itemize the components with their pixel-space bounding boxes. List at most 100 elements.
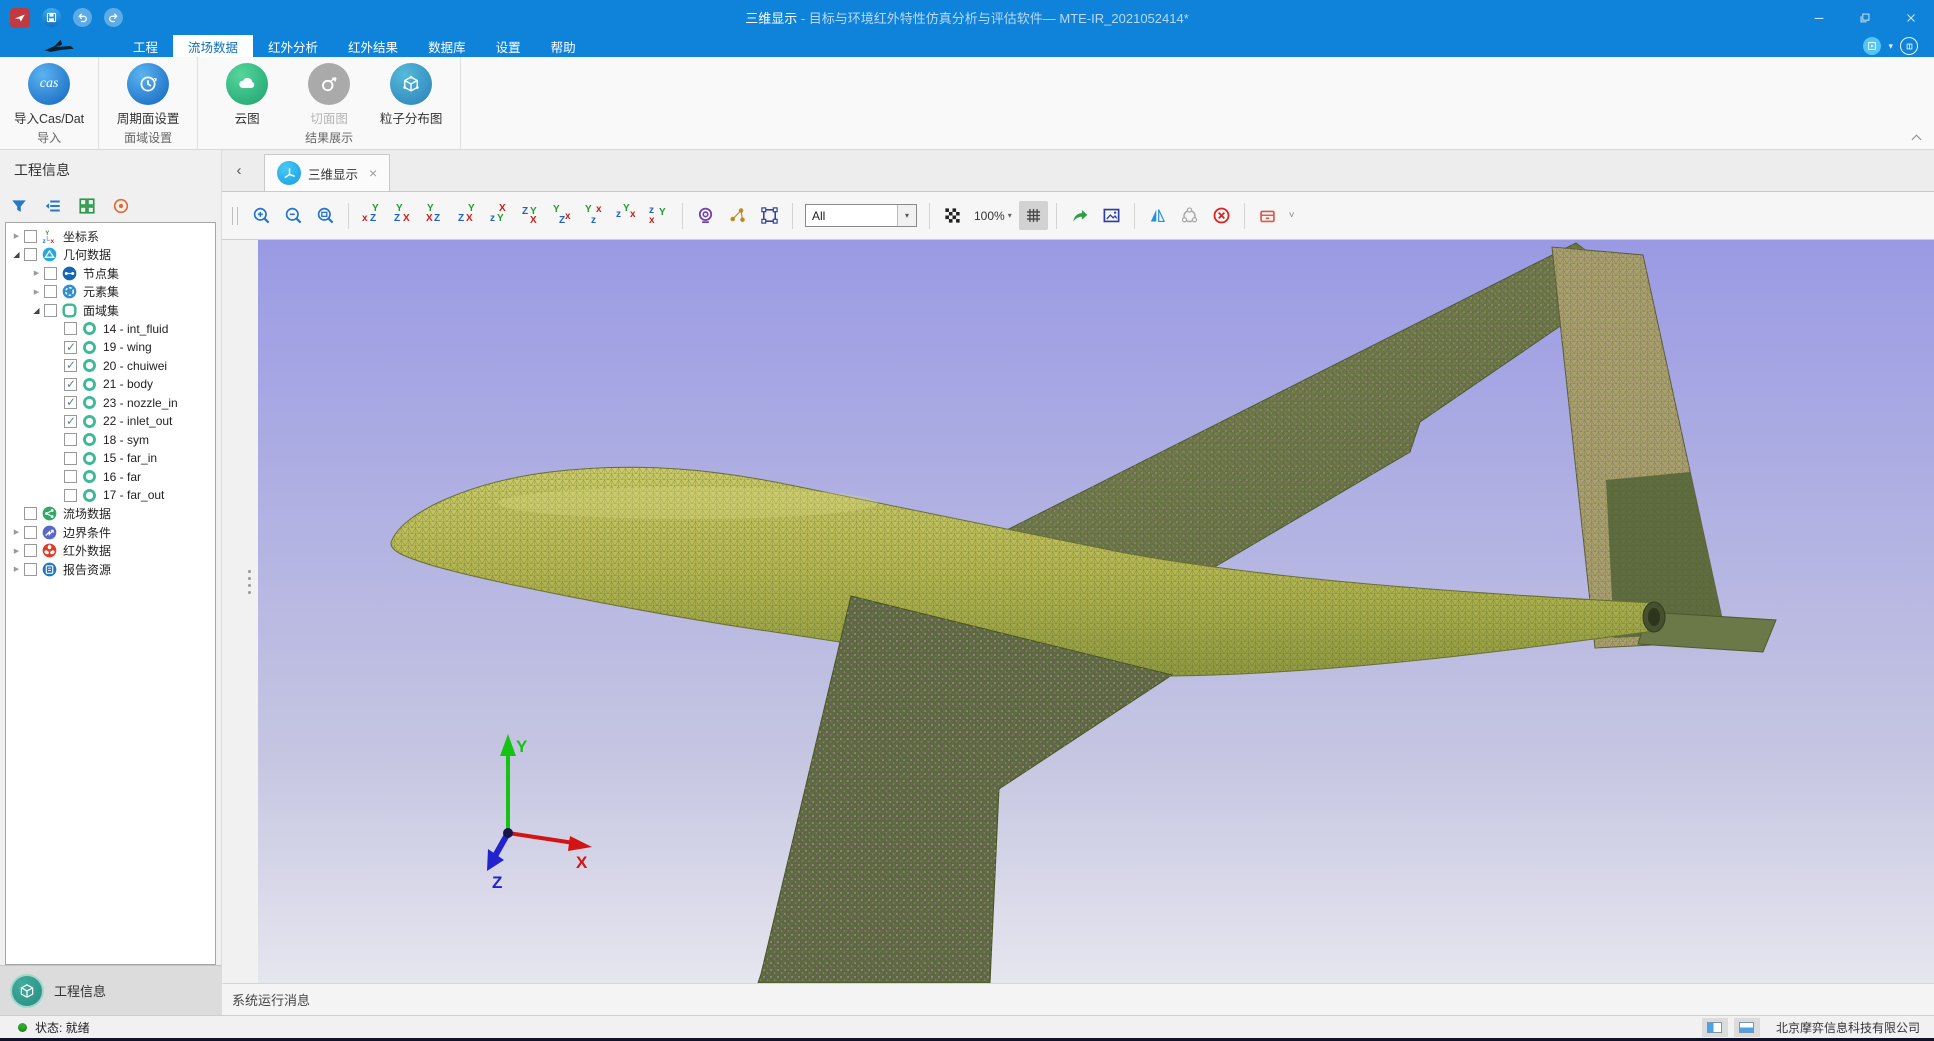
maximize-button[interactable] bbox=[1842, 0, 1888, 35]
menu-item-流场数据[interactable]: 流场数据 bbox=[173, 35, 253, 57]
filter-button[interactable] bbox=[10, 197, 28, 215]
ribbon-button-cloud[interactable]: 云图 bbox=[208, 63, 286, 127]
expand-icon[interactable]: ▶ bbox=[10, 528, 23, 536]
visibility-checkbox[interactable] bbox=[44, 267, 57, 280]
view-iso-3-button[interactable]: zYx bbox=[613, 201, 642, 230]
panel-footer-tab[interactable]: 工程信息 bbox=[0, 965, 221, 1015]
collapse-icon[interactable]: ◢ bbox=[10, 250, 23, 259]
save-button[interactable] bbox=[42, 8, 61, 27]
view-top-button[interactable]: zYX bbox=[485, 201, 514, 230]
view-bottom-button[interactable]: ZYX bbox=[517, 201, 546, 230]
camera-view-button[interactable] bbox=[691, 201, 720, 230]
tab-3d-view[interactable]: 三维显示 × bbox=[264, 154, 390, 191]
tree-item[interactable]: 19 - wing bbox=[6, 338, 215, 357]
tree-item[interactable]: 22 - inlet_out bbox=[6, 412, 215, 431]
visibility-checkbox[interactable] bbox=[64, 415, 77, 428]
toolbar-drag-handle[interactable] bbox=[232, 207, 238, 225]
app-icon[interactable] bbox=[10, 8, 30, 28]
zoom-out-button[interactable] bbox=[279, 201, 308, 230]
expand-icon[interactable]: ▶ bbox=[10, 565, 23, 573]
menu-item-红外结果[interactable]: 红外结果 bbox=[333, 35, 413, 57]
ring-nodes-button[interactable] bbox=[1175, 201, 1204, 230]
ribbon-button-clock[interactable]: 周期面设置 bbox=[109, 63, 187, 127]
menu-item-帮助[interactable]: 帮助 bbox=[536, 35, 591, 57]
visibility-checkbox[interactable] bbox=[64, 322, 77, 335]
tree-item[interactable]: 20 - chuiwei bbox=[6, 357, 215, 376]
view-left-button[interactable]: YXZ bbox=[421, 201, 450, 230]
tree-item[interactable]: 23 - nozzle_in bbox=[6, 394, 215, 413]
ribbon-collapse-button[interactable] bbox=[1912, 135, 1922, 141]
expand-icon[interactable]: ▶ bbox=[10, 232, 23, 240]
tree-item[interactable]: 14 - int_fluid bbox=[6, 320, 215, 339]
expand-icon[interactable]: ▶ bbox=[10, 547, 23, 555]
visibility-checkbox[interactable] bbox=[24, 230, 37, 243]
tree-item[interactable]: ▶边界条件 bbox=[6, 523, 215, 542]
delete-item-button[interactable] bbox=[1207, 201, 1236, 230]
zoom-fit-button[interactable] bbox=[311, 201, 340, 230]
tab-close-icon[interactable]: × bbox=[369, 165, 377, 181]
transparency-button[interactable] bbox=[938, 201, 967, 230]
visibility-checkbox[interactable] bbox=[64, 359, 77, 372]
tree-item[interactable]: 16 - far bbox=[6, 468, 215, 487]
chevron-down-icon[interactable]: ▾ bbox=[897, 205, 916, 226]
tree-item[interactable]: ▶元素集 bbox=[6, 283, 215, 302]
visibility-checkbox[interactable] bbox=[64, 470, 77, 483]
tree-item[interactable]: ◢几何数据 bbox=[6, 246, 215, 265]
run-window-button[interactable] bbox=[1863, 37, 1881, 55]
visibility-checkbox[interactable] bbox=[64, 396, 77, 409]
tree-item[interactable]: 流场数据 bbox=[6, 505, 215, 524]
tree-item[interactable]: 18 - sym bbox=[6, 431, 215, 450]
tree-item[interactable]: ▶Yzx坐标系 bbox=[6, 227, 215, 246]
view-front-button[interactable]: xZY bbox=[357, 201, 386, 230]
box-select-button[interactable] bbox=[755, 201, 784, 230]
tree-item[interactable]: 17 - far_out bbox=[6, 486, 215, 505]
visibility-checkbox[interactable] bbox=[64, 489, 77, 502]
menu-item-数据库[interactable]: 数据库 bbox=[413, 35, 481, 57]
snapshot-button[interactable] bbox=[1097, 201, 1126, 230]
visibility-checkbox[interactable] bbox=[64, 341, 77, 354]
layout-toggle-vertical[interactable] bbox=[1702, 1018, 1728, 1037]
view-iso-2-button[interactable]: Yxz bbox=[581, 201, 610, 230]
undo-button[interactable] bbox=[73, 8, 92, 27]
close-button[interactable] bbox=[1888, 0, 1934, 35]
tree-item[interactable]: ▶节点集 bbox=[6, 264, 215, 283]
view-right-button[interactable]: ZXY bbox=[453, 201, 482, 230]
collapse-icon[interactable]: ◢ bbox=[30, 306, 43, 315]
tree-item[interactable]: ▶报告资源 bbox=[6, 560, 215, 579]
visibility-checkbox[interactable] bbox=[64, 433, 77, 446]
minimize-button[interactable] bbox=[1796, 0, 1842, 35]
display-filter-select[interactable]: All▾ bbox=[805, 204, 917, 227]
view-back-button[interactable]: YZX bbox=[389, 201, 418, 230]
visibility-checkbox[interactable] bbox=[24, 507, 37, 520]
tree-item[interactable]: 21 - body bbox=[6, 375, 215, 394]
tree-item[interactable]: 15 - far_in bbox=[6, 449, 215, 468]
visibility-checkbox[interactable] bbox=[44, 304, 57, 317]
redo-button[interactable] bbox=[104, 8, 123, 27]
grid-view-button[interactable] bbox=[78, 197, 96, 215]
layout-toggle-horizontal[interactable] bbox=[1734, 1018, 1760, 1037]
zoom-in-button[interactable] bbox=[247, 201, 276, 230]
visibility-checkbox[interactable] bbox=[24, 544, 37, 557]
visibility-checkbox[interactable] bbox=[64, 378, 77, 391]
view-iso-1-button[interactable]: YZx bbox=[549, 201, 578, 230]
ribbon-button-cas[interactable]: cas导入Cas/Dat bbox=[10, 63, 88, 127]
view-iso-4-button[interactable]: zxY bbox=[645, 201, 674, 230]
visibility-checkbox[interactable] bbox=[24, 526, 37, 539]
visibility-checkbox[interactable] bbox=[44, 285, 57, 298]
visibility-checkbox[interactable] bbox=[24, 563, 37, 576]
viewport-3d[interactable]: Y X Z bbox=[258, 240, 1934, 983]
section-box-button[interactable] bbox=[1253, 201, 1282, 230]
visibility-checkbox[interactable] bbox=[64, 452, 77, 465]
chevron-down-icon[interactable]: ▾ bbox=[1888, 41, 1893, 52]
menu-item-设置[interactable]: 设置 bbox=[481, 35, 536, 57]
expand-icon[interactable]: ▶ bbox=[30, 269, 43, 277]
zoom-level-dropdown[interactable]: 100%▾ bbox=[970, 209, 1016, 223]
visibility-checkbox[interactable] bbox=[24, 248, 37, 261]
menu-item-工程[interactable]: 工程 bbox=[118, 35, 173, 57]
help-book-button[interactable] bbox=[1900, 37, 1918, 55]
tree-item[interactable]: ◢面域集 bbox=[6, 301, 215, 320]
locate-target-button[interactable] bbox=[112, 197, 130, 215]
particle-display-button[interactable] bbox=[723, 201, 752, 230]
tab-scroll-left[interactable]: ‹ bbox=[222, 150, 256, 191]
export-view-button[interactable] bbox=[1065, 201, 1094, 230]
